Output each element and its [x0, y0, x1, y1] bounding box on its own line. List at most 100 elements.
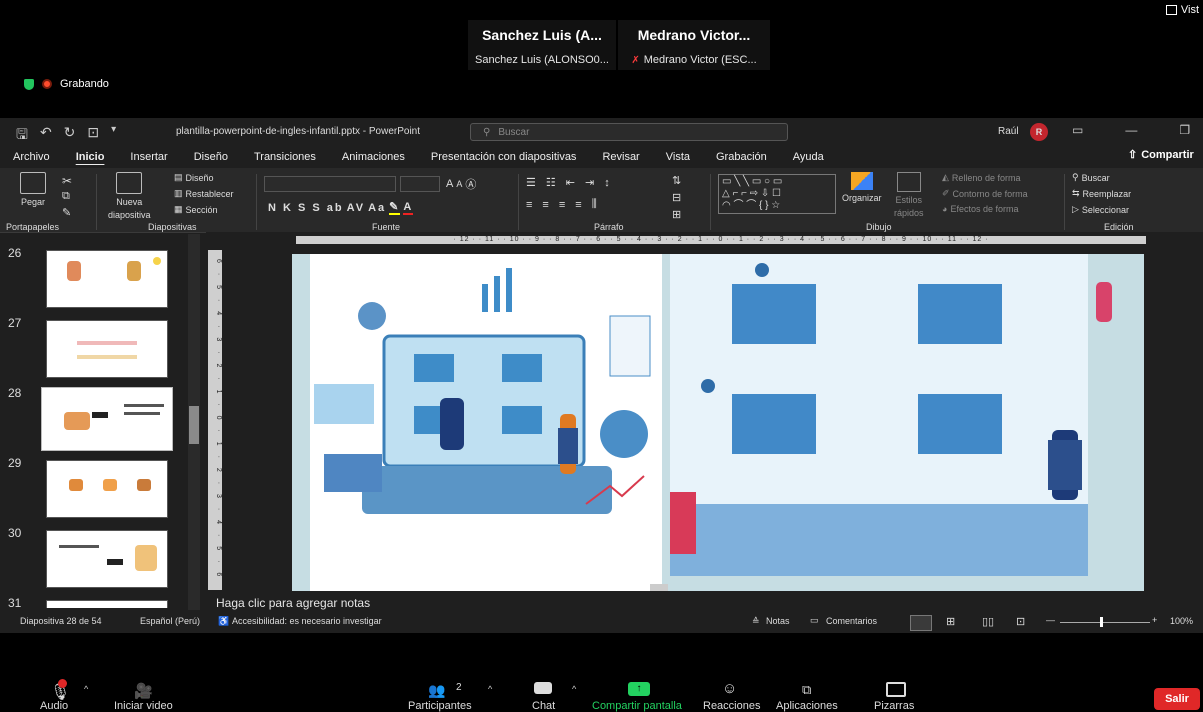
ribbon-display-icon[interactable]: ▭	[1072, 123, 1083, 137]
tab-animaciones[interactable]: Animaciones	[329, 151, 418, 163]
change-case-button[interactable]: Aa	[368, 202, 386, 214]
chat-icon[interactable]	[534, 682, 552, 694]
comments-button[interactable]: Comentarios	[826, 616, 877, 626]
list-buttons[interactable]: ☰ ☷ ⇤ ⇥ ↕	[526, 176, 610, 190]
slideshow-icon[interactable]: ⊡	[1016, 615, 1025, 628]
font-size-dropdown[interactable]	[400, 176, 440, 192]
share-screen-icon[interactable]: ↑	[628, 682, 650, 696]
arrange-button[interactable]: Organizar	[842, 172, 882, 203]
increase-font-button[interactable]: A	[446, 178, 453, 190]
participants-chevron-icon[interactable]: ^	[488, 684, 492, 694]
copy-icon[interactable]: ⧉	[62, 190, 70, 203]
customize-icon[interactable]: ▾	[111, 124, 116, 148]
user-name[interactable]: Raúl	[998, 126, 1019, 137]
tab-grabacion[interactable]: Grabación	[703, 151, 780, 163]
find-button[interactable]: ⚲ Buscar	[1072, 172, 1110, 183]
language-indicator[interactable]: Español (Perú)	[140, 616, 200, 626]
shape-fill-button[interactable]: ◭ Relleno de forma	[942, 172, 1020, 183]
decrease-font-button[interactable]: A	[456, 179, 462, 189]
quick-styles-button[interactable]: Estilos rápidos	[894, 172, 924, 218]
undo-icon[interactable]: ↶	[40, 124, 52, 148]
text-direction-icon[interactable]: ⇅	[672, 174, 681, 187]
justify-icon[interactable]: ≡	[575, 199, 581, 211]
zoom-slider[interactable]	[1060, 622, 1150, 623]
align-buttons[interactable]: ≡ ≡ ≡ ≡ ⫼	[526, 198, 597, 211]
zoom-in-icon[interactable]: +	[1152, 615, 1157, 625]
recording-indicator[interactable]: Grabando	[24, 78, 109, 90]
chat-chevron-icon[interactable]: ^	[572, 684, 576, 694]
slide-canvas[interactable]	[292, 254, 1144, 591]
slide-thumbnail[interactable]	[46, 530, 168, 588]
tab-archivo[interactable]: Archivo	[0, 151, 63, 163]
view-button[interactable]: Vist	[1165, 4, 1199, 16]
tab-ayuda[interactable]: Ayuda	[780, 151, 837, 163]
reset-button[interactable]: ▥ Restablecer	[174, 188, 234, 199]
avatar[interactable]: R	[1030, 123, 1048, 141]
slide-thumbnail[interactable]	[46, 600, 168, 608]
reactions-label[interactable]: Reacciones	[703, 700, 760, 712]
shapes-gallery[interactable]: ▭ ╲ ╲ ▭ ○ ▭ △ ⌐ ⌐ ⇨ ⇩ ☐ ◠ ⌒ ⌒ { } ☆	[718, 174, 836, 214]
leave-button[interactable]: Salir	[1154, 688, 1200, 710]
tab-inicio[interactable]: Inicio	[63, 151, 118, 163]
present-icon[interactable]: ⊡	[87, 124, 99, 148]
normal-view-icon[interactable]	[910, 615, 932, 631]
new-slide-button[interactable]: Nueva diapositiva	[108, 172, 151, 220]
share-screen-label[interactable]: Compartir pantalla	[592, 700, 682, 712]
format-painter-icon[interactable]: ✎	[62, 206, 71, 219]
participants-icon[interactable]: 👥	[428, 682, 445, 699]
tab-transiciones[interactable]: Transiciones	[241, 151, 329, 163]
apps-icon[interactable]: ⧉	[802, 682, 811, 698]
text-direction-buttons[interactable]: ⇅ ⊟ ⊞	[672, 174, 681, 221]
video-label[interactable]: Iniciar video	[114, 700, 173, 712]
notes-button[interactable]: Notas	[766, 616, 790, 626]
whiteboards-label[interactable]: Pizarras	[874, 700, 914, 712]
slide-thumbnail[interactable]	[46, 250, 168, 308]
outdent-icon[interactable]: ⇥	[585, 176, 594, 189]
section-button[interactable]: ▦ Sección	[174, 204, 218, 215]
tab-presentacion[interactable]: Presentación con diapositivas	[418, 151, 590, 163]
select-button[interactable]: ▷ Seleccionar	[1072, 204, 1129, 215]
shape-outline-button[interactable]: ✐ Contorno de forma	[942, 188, 1028, 199]
tab-revisar[interactable]: Revisar	[589, 151, 652, 163]
reading-view-icon[interactable]: ▯▯	[982, 615, 994, 628]
whiteboard-icon[interactable]	[886, 682, 906, 697]
participant-tile-1[interactable]: Sanchez Luis (A...	[468, 20, 616, 50]
video-off-icon[interactable]: 🎥	[134, 682, 153, 700]
slide-thumbnail-selected[interactable]	[41, 387, 173, 451]
numbering-icon[interactable]: ☷	[546, 176, 556, 189]
thumbnail-scrollbar[interactable]	[188, 234, 200, 610]
share-button[interactable]: ⇧ Compartir	[1128, 148, 1194, 162]
char-spacing-icon[interactable]: AV	[347, 202, 365, 214]
tab-diseno[interactable]: Diseño	[181, 151, 241, 163]
notes-icon[interactable]: ≙	[752, 616, 760, 627]
shape-effects-button[interactable]: ◕ Efectos de forma	[942, 204, 1018, 214]
zoom-slider-thumb[interactable]	[1100, 617, 1103, 627]
indent-icon[interactable]: ⇤	[566, 176, 575, 189]
layout-button[interactable]: ▤ Diseño	[174, 172, 214, 183]
accessibility-status[interactable]: Accesibilidad: es necesario investigar	[232, 616, 382, 626]
scrollbar-thumb[interactable]	[189, 406, 199, 444]
align-center-icon[interactable]: ≡	[542, 199, 548, 211]
bullets-icon[interactable]: ☰	[526, 176, 536, 189]
restore-icon[interactable]: ❐	[1179, 123, 1190, 137]
zoom-out-icon[interactable]: —	[1046, 615, 1055, 625]
redo-icon[interactable]: ↻	[64, 124, 76, 148]
replace-button[interactable]: ⇆ Reemplazar	[1072, 188, 1131, 199]
bold-italic-underline[interactable]: N K S S ab	[268, 202, 344, 214]
font-style-buttons[interactable]: N K S S ab AV Aa ✎ A	[268, 200, 414, 215]
columns-icon[interactable]: ⫼	[592, 198, 597, 211]
accessibility-icon[interactable]: ♿	[218, 616, 229, 627]
participant-tile-2[interactable]: Medrano Victor...	[618, 20, 770, 50]
cut-icon[interactable]: ✂	[62, 174, 72, 188]
slide-sorter-icon[interactable]: ⊞	[946, 615, 955, 628]
paste-button[interactable]: Pegar	[20, 172, 46, 207]
slide-thumbnail[interactable]	[46, 460, 168, 518]
tab-vista[interactable]: Vista	[653, 151, 703, 163]
comments-icon[interactable]: ▭	[810, 615, 819, 626]
minimize-icon[interactable]: —	[1125, 123, 1137, 137]
chat-label[interactable]: Chat	[532, 700, 555, 712]
align-left-icon[interactable]: ≡	[526, 199, 532, 211]
clear-format-icon[interactable]: Ⓐ	[465, 176, 476, 192]
search-box[interactable]: ⚲ Buscar	[470, 123, 788, 141]
smartart-icon[interactable]: ⊞	[672, 208, 681, 221]
